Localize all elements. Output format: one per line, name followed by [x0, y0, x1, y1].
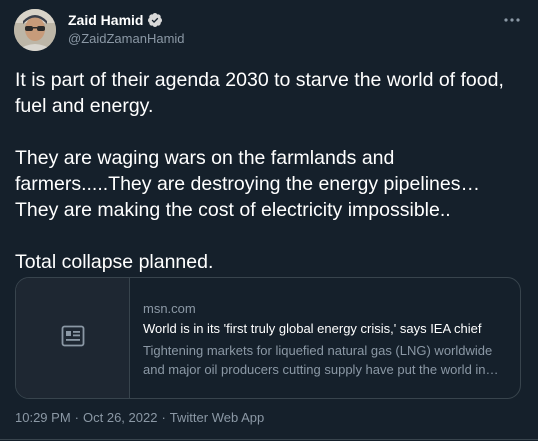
article-icon: [61, 325, 85, 352]
author-handle[interactable]: @ZaidZamanHamid: [68, 31, 185, 46]
meta-separator: ·: [161, 410, 166, 425]
tweet-paragraph: They are waging wars on the farmlands an…: [15, 147, 480, 221]
tweet-paragraph: Total collapse planned.: [15, 251, 214, 273]
author-name-row[interactable]: Zaid Hamid: [68, 12, 163, 28]
tweet-source: Twitter Web App: [169, 410, 265, 425]
verified-badge-icon: [147, 12, 163, 28]
tweet-time[interactable]: 10:29 PM: [15, 410, 71, 425]
link-card-description-line: Tightening markets for liquefied natural…: [143, 343, 493, 358]
author-display-name[interactable]: Zaid Hamid: [68, 12, 143, 28]
link-card-description: Tightening markets for liquefied natural…: [143, 341, 508, 379]
tweet: Zaid Hamid @ZaidZamanHamid It is part of…: [0, 0, 538, 441]
tweet-date[interactable]: Oct 26, 2022: [83, 410, 157, 425]
tweet-paragraph: It is part of their agenda 2030 to starv…: [15, 69, 504, 117]
link-card-domain: msn.com: [143, 301, 196, 316]
avatar[interactable]: [14, 9, 56, 51]
tweet-text: It is part of their agenda 2030 to starv…: [15, 67, 525, 275]
divider: [0, 439, 538, 440]
link-card-title: World is in its 'first truly global ener…: [143, 321, 482, 336]
link-card-description-line: and major oil producers cutting supply h…: [143, 362, 499, 377]
more-options-icon[interactable]: [500, 12, 524, 28]
tweet-meta: 10:29 PM · Oct 26, 2022 · Twitter Web Ap…: [15, 410, 264, 425]
meta-separator: ·: [74, 410, 79, 425]
link-card-thumbnail[interactable]: [16, 278, 130, 398]
link-card[interactable]: msn.com World is in its 'first truly glo…: [15, 277, 521, 399]
